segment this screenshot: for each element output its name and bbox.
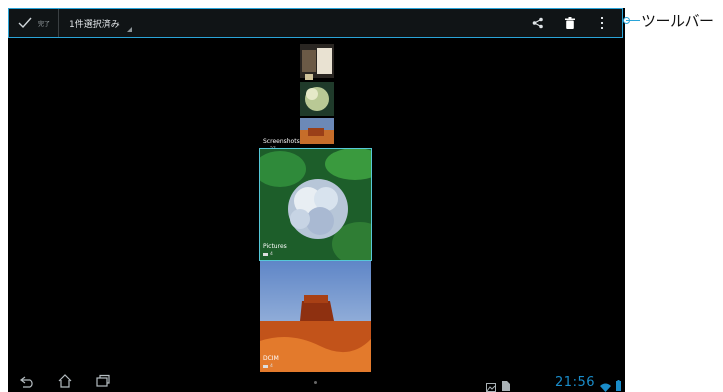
action-toolbar: 完了 1件選択済み: [8, 8, 623, 38]
album-title: Screenshots: [263, 138, 300, 145]
page-indicator-icon: [314, 381, 317, 384]
document-notification-icon: [502, 376, 510, 392]
wifi-icon: [600, 377, 611, 392]
done-button[interactable]: 完了: [9, 9, 60, 37]
album-count: 4: [263, 252, 273, 257]
status-clock: 21:56: [555, 375, 595, 390]
folder-icon: [263, 365, 268, 368]
annotation-label: ツールバー: [641, 12, 714, 30]
system-bar: 21:56: [8, 372, 625, 392]
album-count: 4: [263, 364, 273, 369]
album-screenshots[interactable]: Screenshots 27: [260, 44, 334, 154]
album-title: DCIM: [263, 355, 279, 362]
back-icon: [19, 373, 35, 392]
overflow-menu-icon: [600, 14, 604, 33]
recent-apps-icon: [95, 373, 111, 392]
check-icon: [18, 14, 32, 33]
annotation-leader-line: [626, 20, 640, 21]
battery-icon: [616, 376, 621, 392]
back-button[interactable]: [18, 374, 36, 390]
album-dcim[interactable]: DCIM 4: [260, 261, 371, 372]
delete-button[interactable]: [558, 11, 582, 35]
folder-icon: [263, 253, 268, 256]
recent-apps-button[interactable]: [94, 374, 112, 390]
dropdown-corner-icon: [126, 27, 132, 32]
selection-dropdown[interactable]: 1件選択済み: [59, 9, 132, 37]
gallery-notification-icon: [486, 377, 496, 392]
done-label: 完了: [38, 20, 51, 28]
gallery-screen: 完了 1件選択済み Screenshots Pictures 4 DCIM 4 …: [8, 8, 625, 392]
album-title: Pictures: [263, 243, 287, 250]
album-pictures[interactable]: Pictures 4: [259, 148, 372, 261]
home-icon: [57, 373, 73, 392]
share-button[interactable]: [526, 11, 550, 35]
home-button[interactable]: [56, 373, 74, 392]
trash-icon: [565, 14, 575, 33]
selection-count-label: 1件選択済み: [69, 19, 120, 30]
overflow-menu-button[interactable]: [590, 11, 614, 35]
share-icon: [532, 14, 544, 33]
